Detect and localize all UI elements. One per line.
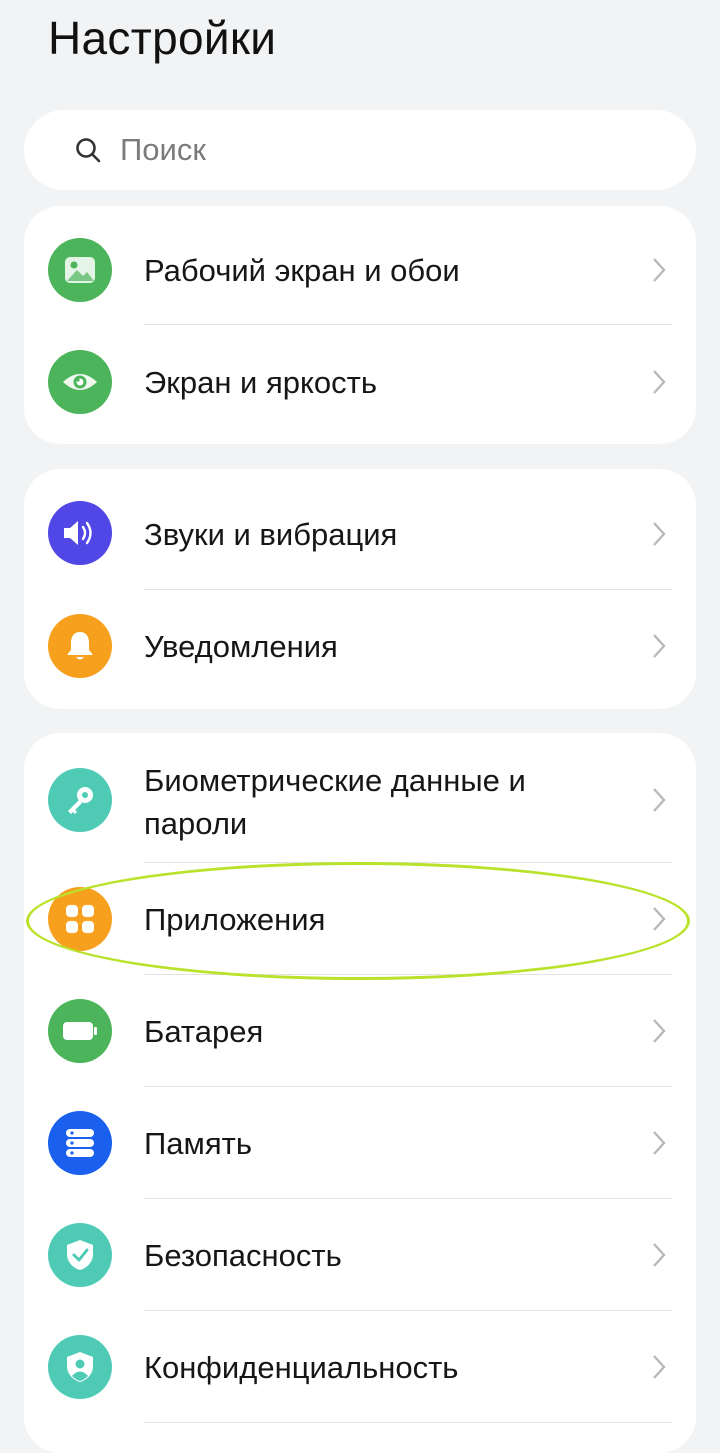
storage-icon [48,1111,112,1175]
shield-check-icon [48,1223,112,1287]
settings-item-notifications[interactable]: Уведомления [24,590,696,709]
search-icon [76,138,101,163]
speaker-icon [48,501,112,565]
chevron-right-icon [653,907,666,931]
bell-icon [48,614,112,678]
settings-item-apps[interactable]: Приложения [24,863,696,975]
battery-icon [48,999,112,1063]
chevron-right-icon [653,1355,666,1379]
chevron-right-icon [653,1243,666,1267]
settings-item-label: Батарея [144,1014,264,1049]
settings-item-home-screen[interactable]: Рабочий экран и обои [24,206,696,334]
key-icon [48,768,112,832]
eye-icon [48,350,112,414]
chevron-right-icon [653,370,666,394]
divider [144,324,672,325]
settings-group-display: Рабочий экран и обои Экран и яркость [24,206,696,444]
divider [144,1422,672,1423]
settings-item-label: Конфиденциальность [144,1350,459,1385]
search-bar[interactable]: Поиск [24,110,696,190]
settings-item-label: Рабочий экран и обои [144,253,460,288]
chevron-right-icon [653,522,666,546]
settings-item-security[interactable]: Безопасность [24,1199,696,1311]
settings-item-label: Безопасность [144,1238,342,1273]
page-title: Настройки [48,12,277,64]
wallpaper-icon [48,238,112,302]
settings-item-label: Приложения [144,902,326,937]
chevron-right-icon [653,258,666,282]
settings-item-label: Память [144,1126,252,1161]
settings-group-system: Биометрические данные и пароли Приложени… [24,733,696,1453]
chevron-right-icon [653,634,666,658]
settings-item-display[interactable]: Экран и яркость [24,326,696,444]
settings-item-label: Звуки и вибрация [144,517,398,552]
settings-item-label: Уведомления [144,629,338,664]
settings-item-sounds[interactable]: Звуки и вибрация [24,469,696,589]
settings-item-storage[interactable]: Память [24,1087,696,1199]
search-placeholder: Поиск [120,132,206,167]
privacy-shield-icon [48,1335,112,1399]
apps-icon [48,887,112,951]
settings-group-sound: Звуки и вибрация Уведомления [24,469,696,709]
settings-item-privacy[interactable]: Конфиденциальность [24,1311,696,1423]
chevron-right-icon [653,788,666,812]
chevron-right-icon [653,1131,666,1155]
settings-item-label: Экран и яркость [144,365,378,400]
chevron-right-icon [653,1019,666,1043]
settings-item-biometrics[interactable]: Биометрические данные и пароли [24,733,696,863]
settings-item-battery[interactable]: Батарея [24,975,696,1087]
settings-item-label: Биометрические данные и пароли [144,763,526,841]
